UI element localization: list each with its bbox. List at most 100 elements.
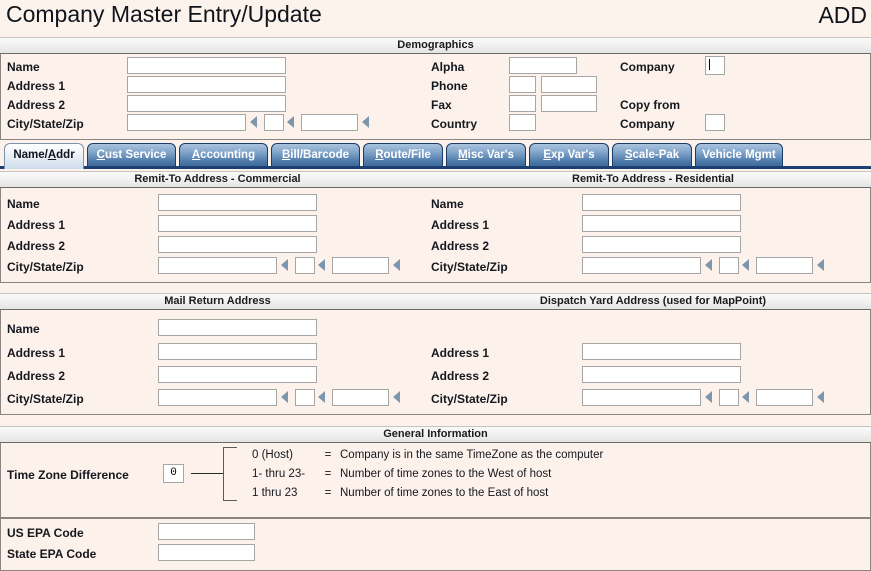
demographics-phone-area-input[interactable] xyxy=(509,76,536,93)
dispatch-yard-city-lookup-icon[interactable] xyxy=(705,391,712,403)
demographics-fax-number-input[interactable] xyxy=(541,95,597,112)
dispatch-yard-section-caption: Dispatch Yard Address (used for MapPoint… xyxy=(539,295,767,307)
demographics-city-input[interactable] xyxy=(127,114,246,131)
demographics-address2-input[interactable] xyxy=(127,95,286,112)
time-zone-difference-value: 0 xyxy=(170,467,177,479)
demographics-alpha-label: Alpha xyxy=(431,60,465,74)
demographics-address1-input[interactable] xyxy=(127,76,286,93)
mail-return-section-caption: Mail Return Address xyxy=(164,295,271,307)
remit-commercial-name-input[interactable] xyxy=(158,194,317,211)
dispatch-yard-zip-lookup-icon[interactable] xyxy=(817,391,824,403)
demographics-fax-area-input[interactable] xyxy=(509,95,536,112)
mail-return-zip-input[interactable] xyxy=(332,389,389,406)
remit-commercial-address2-label: Address 2 xyxy=(7,239,66,253)
tab-accounting[interactable]: Accounting xyxy=(179,143,268,167)
page-title: Company Master Entry/Update xyxy=(6,1,322,27)
remit-commercial-state-input[interactable] xyxy=(295,257,315,274)
demographics-state-input[interactable] xyxy=(264,114,284,131)
remit-residential-state-lookup-icon[interactable] xyxy=(742,259,749,271)
time-zone-legend-desc-0: Company is in the same TimeZone as the c… xyxy=(340,449,604,461)
demographics-zip-input[interactable] xyxy=(301,114,358,131)
remit-residential-section-header: Remit-To Address - Residential xyxy=(435,171,871,188)
remit-residential-name-input[interactable] xyxy=(582,194,741,211)
dispatch-yard-state-lookup-icon[interactable] xyxy=(742,391,749,403)
time-zone-bracket xyxy=(223,447,237,501)
dispatch-yard-state-input[interactable] xyxy=(719,389,739,406)
mail-return-city-lookup-icon[interactable] xyxy=(281,391,288,403)
tab-misc-vars[interactable]: Misc Var's xyxy=(446,143,526,167)
tab-exp-vars-label: Exp Var's xyxy=(543,149,595,161)
dispatch-yard-section-header: Dispatch Yard Address (used for MapPoint… xyxy=(435,293,871,310)
general-information-section-header: General Information xyxy=(0,426,871,443)
remit-commercial-address2-input[interactable] xyxy=(158,236,317,253)
remit-commercial-zip-lookup-icon[interactable] xyxy=(393,259,400,271)
demographics-company-input[interactable] xyxy=(705,56,725,75)
tab-bill-barcode-label: Bill/Barcode xyxy=(281,149,350,161)
remit-residential-zip-lookup-icon[interactable] xyxy=(817,259,824,271)
remit-commercial-state-lookup-icon[interactable] xyxy=(318,259,325,271)
time-zone-legend-desc-1: Number of time zones to the West of host xyxy=(340,468,552,480)
remit-residential-address2-input[interactable] xyxy=(582,236,741,253)
demographics-phone-number-input[interactable] xyxy=(541,76,597,93)
remit-commercial-city-input[interactable] xyxy=(158,257,277,274)
remit-residential-city-input[interactable] xyxy=(582,257,701,274)
dispatch-yard-zip-input[interactable] xyxy=(756,389,813,406)
dispatch-yard-address2-label: Address 2 xyxy=(431,369,490,383)
tab-bill-barcode[interactable]: Bill/Barcode xyxy=(271,143,360,167)
tab-misc-vars-label: Misc Var's xyxy=(458,149,514,161)
dispatch-yard-citystatezip-label: City/State/Zip xyxy=(431,392,508,406)
tab-vehicle-mgmt[interactable]: Vehicle Mgmt xyxy=(695,143,783,167)
mail-return-city-input[interactable] xyxy=(158,389,277,406)
dispatch-yard-city-input[interactable] xyxy=(582,389,701,406)
us-epa-code-label: US EPA Code xyxy=(7,526,84,540)
tab-route-file[interactable]: Route/File xyxy=(363,143,443,167)
demographics-name-input[interactable] xyxy=(127,57,286,74)
demographics-copy-from-company-label: Company xyxy=(620,117,675,131)
dispatch-yard-address2-input[interactable] xyxy=(582,366,741,383)
remit-residential-state-input[interactable] xyxy=(719,257,739,274)
remit-commercial-address1-input[interactable] xyxy=(158,215,317,232)
remit-residential-city-lookup-icon[interactable] xyxy=(705,259,712,271)
mail-return-state-lookup-icon[interactable] xyxy=(318,391,325,403)
demographics-section-header: Demographics xyxy=(0,37,871,54)
epa-codes-panel: US EPA Code State EPA Code xyxy=(0,518,871,571)
remit-commercial-address1-label: Address 1 xyxy=(7,218,66,232)
demographics-copy-from-company-input[interactable] xyxy=(705,114,725,131)
demographics-city-lookup-icon[interactable] xyxy=(250,116,257,128)
tab-scale-pak-label: Scale-Pak xyxy=(624,149,680,161)
mail-return-address1-label: Address 1 xyxy=(7,346,66,360)
demographics-state-lookup-icon[interactable] xyxy=(287,116,294,128)
demographics-company-label: Company xyxy=(620,60,675,74)
remit-commercial-city-lookup-icon[interactable] xyxy=(281,259,288,271)
dispatch-yard-address1-input[interactable] xyxy=(582,343,741,360)
tab-scale-pak[interactable]: Scale-Pak xyxy=(612,143,692,167)
general-information-section-caption: General Information xyxy=(383,428,488,440)
demographics-country-label: Country xyxy=(431,117,477,131)
time-zone-legend-eq-1: = xyxy=(324,468,332,480)
mail-return-name-input[interactable] xyxy=(158,319,317,336)
state-epa-code-input[interactable] xyxy=(158,544,255,561)
remit-residential-citystatezip-label: City/State/Zip xyxy=(431,260,508,274)
mail-return-zip-lookup-icon[interactable] xyxy=(393,391,400,403)
remit-commercial-zip-input[interactable] xyxy=(332,257,389,274)
time-zone-difference-label: Time Zone Difference xyxy=(7,468,129,482)
demographics-zip-lookup-icon[interactable] xyxy=(362,116,369,128)
mail-return-address1-input[interactable] xyxy=(158,343,317,360)
demographics-fax-label: Fax xyxy=(431,98,452,112)
demographics-country-input[interactable] xyxy=(509,114,536,131)
mail-return-name-label: Name xyxy=(7,322,40,336)
demographics-section-caption: Demographics xyxy=(397,39,474,51)
tab-name-addr[interactable]: Name/Addr xyxy=(4,143,84,169)
mail-return-address2-input[interactable] xyxy=(158,366,317,383)
remit-residential-address1-input[interactable] xyxy=(582,215,741,232)
us-epa-code-input[interactable] xyxy=(158,523,255,540)
general-information-panel: Time Zone Difference 0 0 (Host) = Compan… xyxy=(0,443,871,518)
time-zone-difference-input[interactable]: 0 xyxy=(163,464,184,483)
mail-return-address2-label: Address 2 xyxy=(7,369,66,383)
mail-return-state-input[interactable] xyxy=(295,389,315,406)
tab-exp-vars[interactable]: Exp Var's xyxy=(529,143,609,167)
tab-cust-service[interactable]: Cust Service xyxy=(87,143,176,167)
remit-residential-zip-input[interactable] xyxy=(756,257,813,274)
demographics-name-label: Name xyxy=(7,60,40,74)
demographics-alpha-input[interactable] xyxy=(509,57,577,74)
